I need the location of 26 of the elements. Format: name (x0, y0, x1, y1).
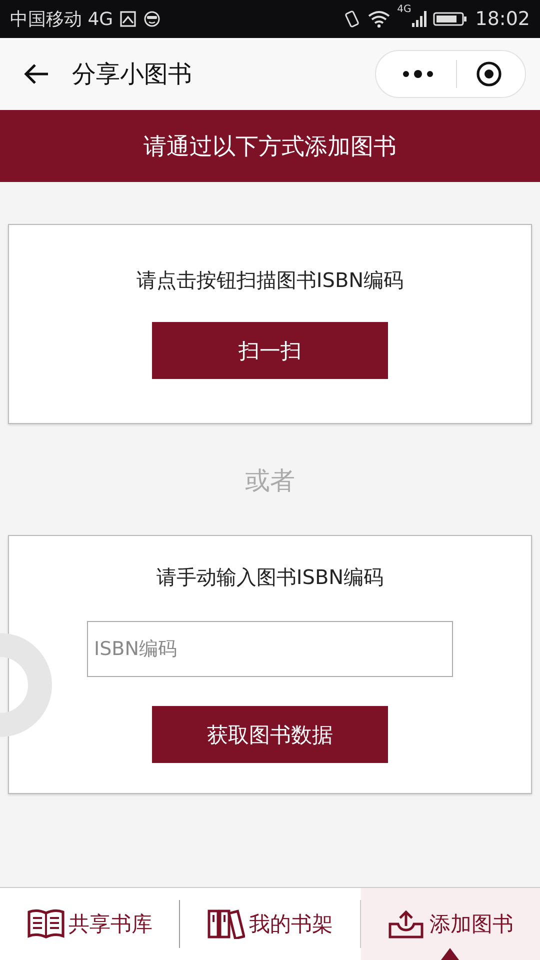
or-text: 或者 (245, 465, 295, 497)
selected-pointer (441, 948, 460, 960)
fetch-data-button[interactable]: 获取图书数据 (152, 706, 388, 763)
vibrate-icon (343, 9, 362, 29)
battery-icon (433, 11, 468, 27)
close-target-icon[interactable] (475, 60, 503, 88)
back-arrow-icon[interactable] (24, 63, 50, 85)
smiley-icon (143, 10, 162, 28)
image-icon (119, 10, 138, 28)
scan-button[interactable]: 扫一扫 (152, 322, 388, 379)
signal-icon (411, 10, 428, 28)
page-title: 分享小图书 (72, 59, 192, 90)
open-book-icon (26, 909, 65, 939)
tab-item[interactable]: 添加图书 (360, 888, 540, 960)
binders-icon (206, 909, 245, 939)
isbn-input-field[interactable]: ISBN编码 (87, 621, 453, 677)
clock-text: 18:02 (475, 8, 530, 30)
scan-prompt: 请点击按钮扫描图书ISBN编码 (136, 267, 404, 294)
inbox-upload-icon (387, 909, 426, 939)
carrier-text: 中国移动 4G (10, 8, 114, 31)
tab-item[interactable]: 我的书架 (180, 888, 360, 960)
tab-item[interactable]: 共享书库 (0, 888, 180, 960)
wifi-icon (367, 10, 392, 28)
banner-text: 请通过以下方式添加图书 (144, 132, 396, 162)
network-text: 4G (397, 4, 412, 15)
manual-prompt: 请手动输入图书ISBN编码 (156, 564, 384, 591)
